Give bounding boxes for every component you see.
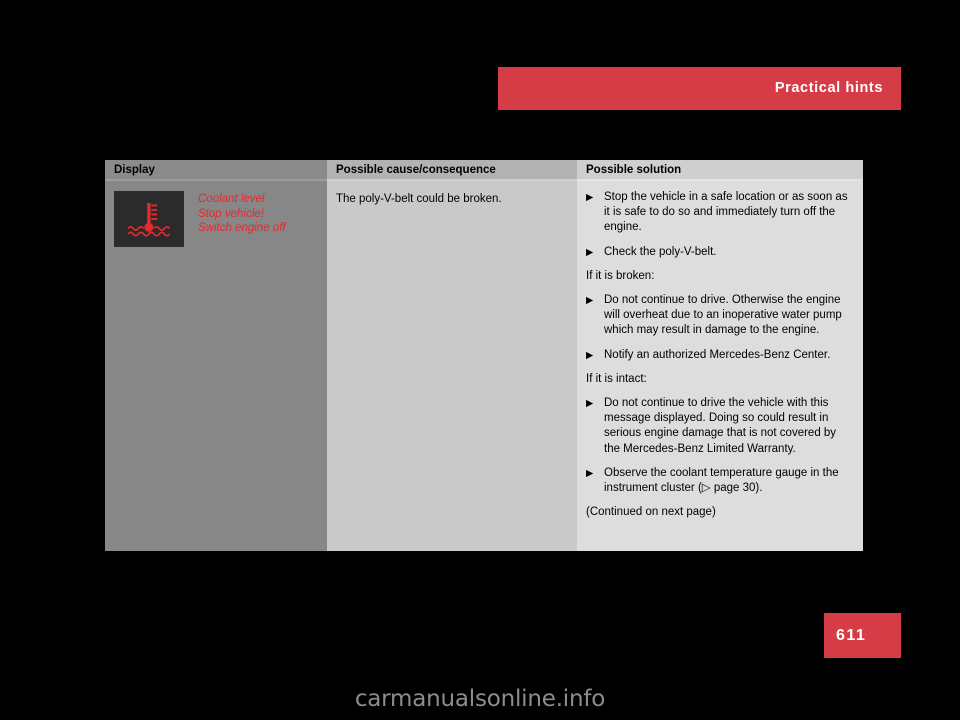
solution-bullet-item: ▶ Notify an authorized Mercedes-Benz Cen… <box>586 348 853 363</box>
cell-display: Coolant level Stop vehicle! Switch engin… <box>105 181 327 551</box>
bullet-arrow-icon: ▶ <box>586 467 594 479</box>
bullet-arrow-icon: ▶ <box>586 192 594 203</box>
solution-bullet-text: Do not continue to drive. Otherwise the … <box>604 294 842 337</box>
column-header-solution: Possible solution <box>577 160 863 179</box>
solution-bullet-item: ▶ Do not continue to drive. Otherwise th… <box>586 293 853 339</box>
solution-bullet-item: ▶ Do not continue to drive the vehicle w… <box>586 396 853 457</box>
display-warning-text: Coolant level Stop vehicle! Switch engin… <box>198 191 286 236</box>
display-message-line-2: Stop vehicle! <box>198 207 264 220</box>
solution-bullet-text: Do not continue to drive the vehicle wit… <box>604 397 837 455</box>
solution-condition-label: If it is intact: <box>586 372 647 385</box>
page-number-badge: 611 <box>824 613 901 658</box>
solution-bullet-text: Stop the vehicle in a safe location or a… <box>604 191 848 234</box>
display-message-line-1: Coolant level <box>198 193 265 205</box>
solution-bullet-item: ▶ Stop the vehicle in a safe location or… <box>586 190 853 236</box>
page-number: 611 <box>836 626 867 644</box>
table-row: Coolant level Stop vehicle! Switch engin… <box>105 181 863 551</box>
cause-text: The poly-V-belt could be broken. <box>336 193 502 205</box>
display-message-line-3: Switch engine off <box>198 222 286 234</box>
page-root: { "header": { "section_title": "Practica… <box>0 0 960 720</box>
bullet-arrow-icon: ▶ <box>586 349 594 361</box>
solution-bullet-item: ▶ Observe the coolant temperature gauge … <box>586 466 853 496</box>
cell-solution: ▶ Stop the vehicle in a safe location or… <box>577 181 863 551</box>
display-message-group: Coolant level Stop vehicle! Switch engin… <box>114 191 327 247</box>
section-title: Practical hints <box>774 80 883 97</box>
bullet-arrow-icon: ▶ <box>586 398 594 410</box>
warning-message-table: Display Possible cause/consequence Possi… <box>105 160 863 551</box>
continued-on-next-page-note: (Continued on next page) <box>586 506 716 519</box>
solution-condition-label: If it is broken: <box>586 269 655 282</box>
cell-cause: The poly-V-belt could be broken. <box>327 181 577 551</box>
coolant-temperature-warning-icon <box>114 191 184 247</box>
column-header-display: Display <box>105 160 327 179</box>
solution-bullet-item: ▶ Check the poly-V-belt. <box>586 245 853 260</box>
bullet-arrow-icon: ▶ <box>586 246 594 258</box>
solution-bullet-text: Notify an authorized Mercedes-Benz Cente… <box>604 348 831 361</box>
site-watermark: carmanualsonline.info <box>354 686 606 712</box>
section-header-banner: Practical hints <box>498 67 901 110</box>
solution-bullet-text: Check the poly-V-belt. <box>604 245 717 258</box>
column-header-cause: Possible cause/consequence <box>327 160 577 179</box>
table-header-row: Display Possible cause/consequence Possi… <box>105 160 863 179</box>
solution-page-reference-text[interactable]: Observe the coolant temperature gauge in… <box>604 466 853 496</box>
bullet-arrow-icon: ▶ <box>586 295 594 307</box>
